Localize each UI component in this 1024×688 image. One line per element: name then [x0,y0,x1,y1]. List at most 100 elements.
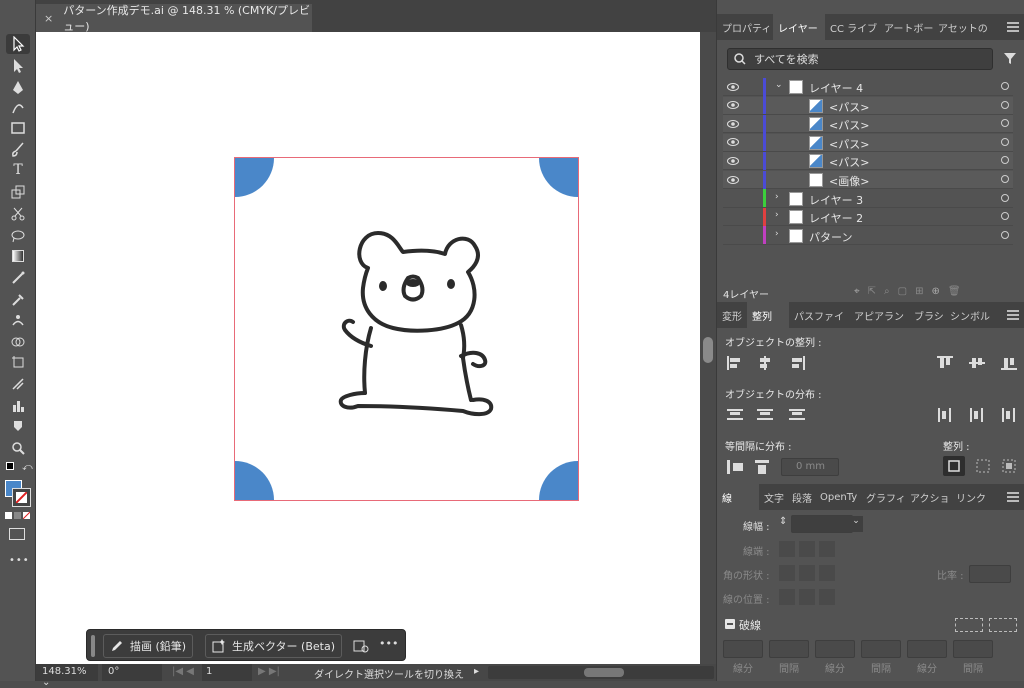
panel-menu-icon[interactable] [1007,22,1019,32]
lasso-tool-icon[interactable] [6,226,30,246]
align-left-icon[interactable] [727,356,743,370]
drag-handle[interactable] [91,635,95,657]
export-icon[interactable]: ⇱ [868,286,876,297]
target-circle-icon[interactable] [1001,156,1009,165]
target-circle-icon[interactable] [1001,193,1009,202]
tab-character[interactable]: 文字 [759,484,787,510]
artboard-number-field[interactable]: 1 [202,664,252,681]
more-options-icon[interactable]: ••• [379,637,398,650]
corner-quarter-circle-tl[interactable] [235,158,274,197]
butt-cap-icon[interactable] [779,541,795,557]
collect-icon[interactable]: ⌕ [884,286,890,297]
sublayer-row[interactable]: <パス> [723,96,1013,115]
sublayer-row[interactable]: <パス> [723,151,1013,171]
artboard[interactable] [234,157,579,501]
scale-tool-icon[interactable] [6,182,30,202]
weight-dropdown-icon[interactable]: ⌄ [849,516,863,532]
align-to-key-object-button[interactable] [943,456,965,476]
target-circle-icon[interactable] [1001,137,1009,146]
gap-input[interactable] [861,640,901,658]
hscroll-thumb[interactable] [584,668,624,677]
layer-name[interactable]: <パス> [829,117,869,133]
draw-pencil-button[interactable]: 描画 (鉛筆) [103,634,194,658]
clipping-mask-icon[interactable]: ▢ [898,286,907,297]
visibility-eye-icon[interactable] [726,117,740,131]
zoom-tool-icon[interactable] [6,438,30,458]
round-cap-icon[interactable] [799,541,815,557]
gap-input[interactable] [769,640,809,658]
distribute-horizontal-center-icon[interactable] [969,408,985,422]
layer-row[interactable]: › レイヤー 3 [723,189,1013,208]
tab-layers[interactable]: レイヤー [773,14,825,40]
color-mode-icon[interactable] [5,512,12,519]
target-circle-icon[interactable] [1001,230,1009,239]
canvas[interactable] [36,32,700,664]
align-to-selection-icon[interactable] [975,458,991,477]
sublayer-row[interactable]: <パス> [723,114,1013,134]
scroll-thumb[interactable] [703,337,713,363]
pen-tool-icon[interactable] [6,78,30,98]
align-outside-stroke-icon[interactable] [819,589,835,605]
delete-icon[interactable]: 🗑 [948,286,961,297]
layer-name[interactable]: パターン [809,229,852,245]
puppet-warp-tool-icon[interactable] [6,310,30,330]
stroke-weight-input[interactable] [791,515,853,533]
spacing-input[interactable]: 0 mm [781,458,839,476]
visibility-eye-icon[interactable] [726,173,740,187]
layer-name[interactable]: レイヤー 4 [809,80,863,96]
tab-pathfinder[interactable]: パスファイ [789,302,849,328]
dash-input[interactable] [723,640,763,658]
horizontal-scrollbar[interactable] [488,666,714,679]
eyedropper-tool-icon[interactable] [6,290,30,310]
shape-builder-tool-icon[interactable] [6,332,30,352]
rotation-field[interactable]: 0° [102,664,162,681]
visibility-eye-icon[interactable] [726,135,740,149]
target-circle-icon[interactable] [1001,100,1009,109]
layers-search-field[interactable]: すべてを検索 [727,48,993,70]
sublayer-row[interactable]: <パス> [723,133,1013,152]
round-join-icon[interactable] [799,565,815,581]
column-graph-tool-icon[interactable] [6,396,30,416]
distribute-bottom-icon[interactable] [789,408,805,422]
generative-vector-button[interactable]: 生成ベクター (Beta) [205,634,343,658]
visibility-toggle-empty[interactable] [726,228,740,242]
layer-name[interactable]: <パス> [829,99,869,115]
layer-row[interactable]: › レイヤー 2 [723,207,1013,227]
distribute-vertical-center-icon[interactable] [757,408,773,422]
corner-quarter-circle-bl[interactable] [235,461,274,500]
direct-selection-tool-icon[interactable] [6,56,30,76]
collapse-chevron-icon[interactable]: ⌄ [775,80,783,90]
tab-brushes[interactable]: ブラシ [909,302,945,328]
expand-chevron-icon[interactable]: › [775,192,779,202]
corner-quarter-circle-tr[interactable] [539,158,578,197]
tab-transform[interactable]: 変形 [717,302,747,328]
align-panel-menu-icon[interactable] [1007,310,1019,320]
document-tab[interactable]: × パターン作成デモ.ai @ 148.31 % (CMYK/プレビュー) [36,4,312,33]
align-right-icon[interactable] [789,356,805,370]
align-vertical-center-icon[interactable] [969,356,985,370]
visibility-eye-icon[interactable] [726,80,740,94]
align-center-stroke-icon[interactable] [779,589,795,605]
distribute-left-icon[interactable] [937,408,953,422]
selection-tool-icon[interactable] [6,34,30,54]
limit-input[interactable] [969,565,1011,583]
tab-symbols[interactable]: シンボル [945,302,995,328]
visibility-toggle-empty[interactable] [726,191,740,205]
swap-colors-icon[interactable]: ⤺ [22,462,33,473]
type-tool-icon[interactable]: T [6,160,30,180]
tab-properties[interactable]: プロパティ [717,14,773,40]
dashed-checkbox[interactable] [725,619,735,629]
distribute-top-icon[interactable] [727,408,743,422]
target-circle-icon[interactable] [1001,119,1009,128]
layer-name[interactable]: レイヤー 3 [809,192,863,208]
vertical-scrollbar[interactable] [700,32,716,664]
artboard-tool-icon[interactable] [6,352,30,372]
bear-illustration[interactable] [333,228,503,428]
status-menu-arrow-icon[interactable]: ▸ [474,666,479,677]
blend-tool-icon[interactable] [6,268,30,288]
zoom-field[interactable]: 148.31% ⌄ [36,664,98,688]
tab-links[interactable]: リンク [951,484,991,510]
tab-actions[interactable]: アクショ [905,484,951,510]
target-circle-icon[interactable] [1001,175,1009,183]
dash-input[interactable] [815,640,855,658]
